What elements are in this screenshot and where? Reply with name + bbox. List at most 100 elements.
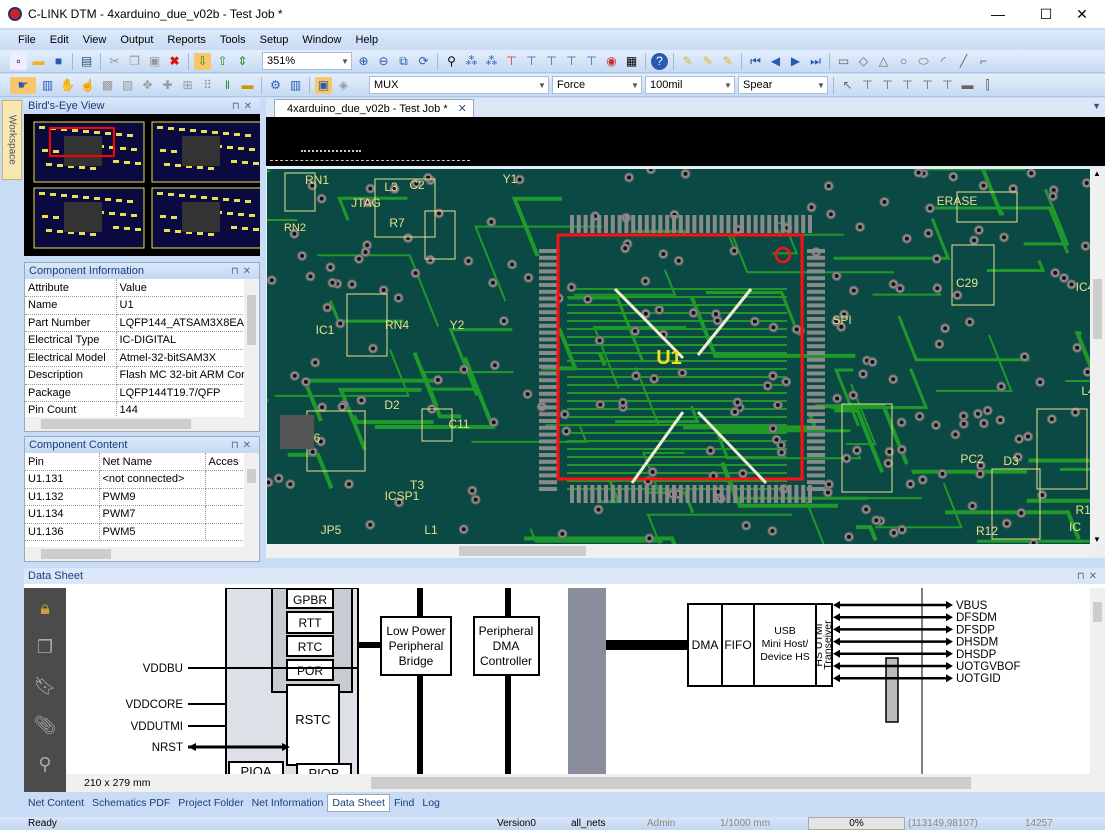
hand-select-icon[interactable]: ☝ — [79, 77, 96, 94]
binoculars-icon[interactable]: ⚲ — [38, 754, 51, 775]
menu-help[interactable]: Help — [355, 34, 378, 46]
component-icon[interactable]: ▥ — [39, 77, 56, 94]
menu-output[interactable]: Output — [120, 34, 153, 46]
triangle-icon[interactable]: △ — [875, 53, 892, 70]
prev-icon[interactable]: ◀ — [767, 53, 784, 70]
birds-eye-view[interactable] — [24, 114, 260, 256]
pages-icon[interactable]: ❐ — [37, 637, 53, 658]
menu-setup[interactable]: Setup — [260, 34, 289, 46]
open-folder-icon[interactable]: ▬ — [30, 53, 47, 70]
probe-add5-icon[interactable]: ⊤ — [939, 77, 956, 94]
minimize-button[interactable]: — — [975, 0, 1021, 28]
probe-add7-icon[interactable]: ⫿ — [979, 77, 996, 94]
tab-dropdown-icon[interactable]: ▼ — [1092, 101, 1101, 111]
bottom-tab[interactable]: Log — [418, 795, 444, 811]
zoom-combo[interactable]: 351% ▼ — [262, 52, 352, 70]
bottom-tab[interactable]: Schematics PDF — [88, 795, 174, 811]
probe-add3-icon[interactable]: ⊤ — [899, 77, 916, 94]
first-icon[interactable]: ⏮ — [747, 53, 764, 70]
document-tab[interactable]: 4xarduino_due_v02b - Test Job * ✕ — [274, 99, 474, 117]
tool6-icon[interactable]: ⚙ — [267, 77, 284, 94]
table-row[interactable]: Name U1 — [25, 296, 245, 315]
column-header[interactable]: Pin — [25, 453, 100, 471]
attachment-icon[interactable]: 📎︎ — [34, 715, 57, 736]
layer-top-icon[interactable]: ⇩ — [194, 52, 211, 70]
highlight2-icon[interactable]: ✎ — [699, 53, 716, 70]
probe-add2-icon[interactable]: ⊤ — [879, 77, 896, 94]
table-row[interactable]: U1.136 PWM5 — [25, 523, 245, 541]
tool1-icon[interactable]: ▩ — [99, 77, 116, 94]
table-row[interactable]: Electrical Type IC-DIGITAL — [25, 331, 245, 350]
ellipse-icon[interactable]: ⬭ — [915, 53, 932, 70]
table-row[interactable]: Description Flash MC 32-bit ARM Cort — [25, 366, 245, 385]
highlight-icon[interactable]: ✎ — [679, 53, 696, 70]
probe-add4-icon[interactable]: ⊤ — [919, 77, 936, 94]
move-icon[interactable]: ✥ — [139, 77, 156, 94]
layer-both-icon[interactable]: ⇕ — [234, 53, 251, 70]
bottom-tab[interactable]: Find — [390, 795, 418, 811]
rect-icon[interactable]: ▭ — [835, 53, 852, 70]
arc-icon[interactable]: ◜ — [935, 53, 952, 70]
horizontal-scrollbar[interactable] — [25, 417, 259, 431]
zoom-out-icon[interactable]: ⊖ — [375, 53, 392, 70]
vertical-scrollbar[interactable] — [1090, 588, 1105, 774]
zoom-window-icon[interactable]: ⧉ — [395, 53, 412, 70]
layer-bottom-icon[interactable]: ⇧ — [214, 53, 231, 70]
menu-view[interactable]: View — [83, 34, 107, 46]
tool5-icon[interactable]: ‖ — [219, 77, 236, 94]
bottom-tab[interactable]: Project Folder — [174, 795, 247, 811]
datasheet-page[interactable]: GPBRRTTRTCPORRSTCPIOA PIOBLow PowerPeriph… — [66, 588, 1090, 774]
new-icon[interactable]: ▫ — [10, 52, 27, 70]
pin-close-icon[interactable]: ⊓✕ — [1077, 571, 1101, 582]
menu-file[interactable]: File — [18, 34, 36, 46]
menu-tools[interactable]: Tools — [220, 34, 246, 46]
pcb-canvas[interactable]: U1RN1C2L3Y1JTAGR7RN2ERASEC29IC4RN4Y2IC1S… — [267, 169, 1091, 544]
cut-icon[interactable]: ✂ — [106, 53, 123, 70]
globe-icon[interactable]: ◉ — [603, 53, 620, 70]
diamond-icon[interactable]: ◇ — [855, 53, 872, 70]
vertical-scrollbar[interactable] — [244, 453, 259, 547]
probe-add6-icon[interactable]: ▬ — [959, 77, 976, 94]
table-row[interactable]: U1.132 PWM9 — [25, 488, 245, 506]
column-header[interactable]: Net Name — [99, 453, 206, 471]
zoom-in-icon[interactable]: ⊕ — [355, 53, 372, 70]
probe4-icon[interactable]: ⊤ — [563, 53, 580, 70]
last-icon[interactable]: ⏭ — [807, 53, 824, 70]
print-icon[interactable]: ▤ — [78, 53, 95, 70]
probe-icon[interactable]: ⊤ — [503, 53, 520, 70]
bookmark-icon[interactable]: 🔖︎ — [34, 676, 57, 697]
mode-combo[interactable]: Force ▼ — [552, 76, 642, 94]
table-row[interactable]: U1.131 <not connected> — [25, 470, 245, 489]
ruler-icon[interactable]: ▬ — [239, 77, 256, 94]
probe2-icon[interactable]: ⊤ — [523, 53, 540, 70]
pin-close-icon[interactable]: ⊓✕ — [231, 266, 255, 277]
table-row[interactable]: Part Number LQFP144_ATSAM3X8EA-A — [25, 314, 245, 332]
grid-combo[interactable]: 100mil ▼ — [645, 76, 735, 94]
menu-window[interactable]: Window — [302, 34, 341, 46]
probe-combo[interactable]: Spear ▼ — [738, 76, 828, 94]
help-icon[interactable]: ? — [651, 52, 668, 70]
menu-edit[interactable]: Edit — [50, 34, 69, 46]
tool7-icon[interactable]: ▥ — [287, 77, 304, 94]
cross-icon[interactable]: ✚ — [159, 77, 176, 94]
workspace-tab[interactable]: Workspace — [2, 100, 22, 180]
tool3-icon[interactable]: ⊞ — [179, 77, 196, 94]
bottom-tab[interactable]: Net Content — [24, 795, 88, 811]
column-header[interactable]: Value — [116, 279, 245, 297]
pointer-icon[interactable]: ↖ — [839, 77, 856, 94]
select-icon[interactable]: ☛ — [10, 76, 36, 94]
horizontal-scrollbar[interactable]: 210 x 279 mm — [66, 774, 1105, 792]
bottom-tab[interactable]: Data Sheet — [327, 794, 390, 812]
table-row[interactable]: Pin Count 144 — [25, 401, 245, 417]
table-row[interactable]: Package LQFP144T19.7/QFP — [25, 384, 245, 402]
probe-add-icon[interactable]: ⊤ — [859, 77, 876, 94]
next-icon[interactable]: ▶ — [787, 53, 804, 70]
horizontal-scrollbar[interactable] — [266, 544, 1090, 558]
eraser-icon[interactable]: ✎ — [719, 53, 736, 70]
net-icon[interactable]: ⁂ — [463, 53, 480, 70]
tool9-icon[interactable]: ◈ — [335, 77, 352, 94]
column-header[interactable]: Attribute — [25, 279, 117, 297]
vertical-scrollbar[interactable] — [244, 279, 259, 417]
pin-close-icon[interactable]: ⊓✕ — [231, 440, 255, 451]
save-icon[interactable]: ■ — [50, 53, 67, 70]
